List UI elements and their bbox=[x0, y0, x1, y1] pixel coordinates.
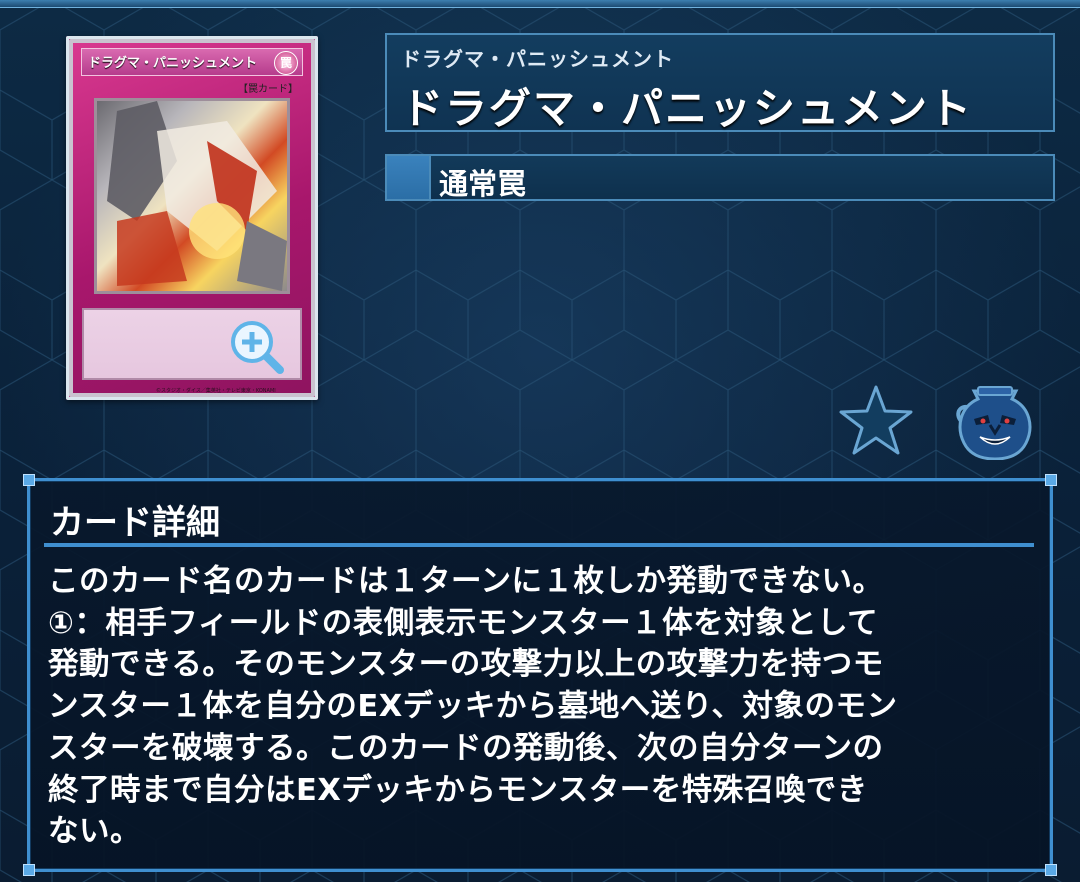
effect-line: このカード名のカードは１ターンに１枚しか発動できない。 bbox=[48, 564, 884, 599]
favorite-button[interactable] bbox=[838, 384, 914, 456]
panel-corner bbox=[1045, 474, 1057, 486]
top-border bbox=[0, 0, 1080, 8]
card-title-box: ドラグマ・パニッシュメント ドラグマ・パニッシュメント bbox=[385, 33, 1055, 133]
card-effect-text: このカード名のカードは１ターンに１枚しか発動できない。 ①：相手フィールドの表側… bbox=[48, 561, 1038, 853]
pot-of-greed-icon bbox=[956, 386, 1032, 461]
card-image[interactable]: ドラグマ・パニッシュメント 罠 【罠カード】 ©スタジオ・ダイス／集英社・テレビ… bbox=[66, 36, 318, 400]
panel-corner bbox=[1045, 864, 1057, 876]
panel-corner bbox=[23, 474, 35, 486]
card-name-ruby: ドラグマ・パニッシュメント bbox=[401, 47, 674, 71]
heading-divider bbox=[44, 543, 1034, 547]
effect-line: 終了時まで自分はEXデッキからモンスターを特殊召喚でき bbox=[48, 772, 868, 808]
card-type-swatch bbox=[387, 156, 431, 199]
card-name-bar: ドラグマ・パニッシュメント 罠 bbox=[81, 48, 303, 76]
card-artwork bbox=[94, 98, 290, 294]
effect-line: ない。 bbox=[48, 814, 141, 850]
effect-line: ンスター１体を自分のEXデッキから墓地へ送り、対象のモン bbox=[48, 689, 898, 725]
panel-corner bbox=[23, 864, 35, 876]
card-type-box: 通常罠 bbox=[385, 154, 1055, 201]
effect-line: スターを破壊する。このカードの発動後、次の自分ターンの bbox=[48, 730, 884, 766]
card-copyright: ©スタジオ・ダイス／集英社・テレビ東京・KONAMI bbox=[156, 388, 276, 394]
card-frame-name: ドラグマ・パニッシュメント bbox=[88, 56, 258, 71]
effect-line: 発動できる。そのモンスターの攻撃力以上の攻撃力を持つモ bbox=[48, 647, 884, 683]
card-name: ドラグマ・パニッシュメント bbox=[401, 84, 974, 133]
pot-button[interactable] bbox=[950, 385, 1040, 461]
star-icon bbox=[839, 385, 913, 455]
trap-attribute-icon: 罠 bbox=[274, 51, 298, 75]
card-type-tag: 【罠カード】 bbox=[238, 84, 298, 95]
card-detail-panel: カード詳細 このカード名のカードは１ターンに１枚しか発動できない。 ①：相手フィ… bbox=[23, 474, 1057, 876]
magnify-plus-icon bbox=[231, 321, 284, 374]
card-type-label: 通常罠 bbox=[439, 167, 527, 201]
effect-line: ①：相手フィールドの表側表示モンスター１体を対象として bbox=[48, 605, 879, 641]
card-detail-heading: カード詳細 bbox=[50, 503, 220, 543]
